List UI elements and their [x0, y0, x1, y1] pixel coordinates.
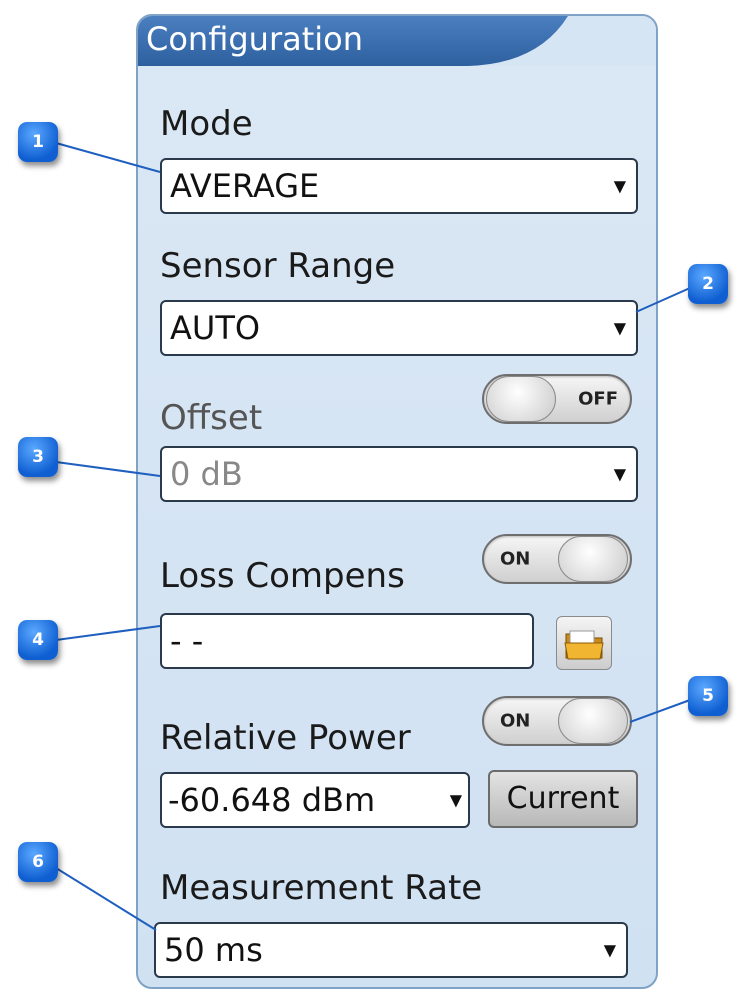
callout-3-badge: 3 — [18, 437, 58, 477]
callout-2-badge: 2 — [688, 264, 728, 304]
panel-title-bar: Configuration — [138, 16, 656, 66]
callout-4-badge: 4 — [18, 620, 58, 660]
measurement-rate-value: 50 ms — [164, 931, 263, 969]
mode-label: Mode — [160, 104, 253, 144]
relative-power-dropdown[interactable]: -60.648 dBm ▼ — [160, 772, 470, 828]
callout-6-badge: 6 — [18, 842, 58, 882]
chevron-down-icon: ▼ — [613, 464, 626, 484]
mode-value: AVERAGE — [170, 167, 320, 205]
offset-toggle-state: OFF — [578, 388, 618, 410]
loss-compens-file-field[interactable]: - - — [160, 613, 534, 669]
sensor-range-dropdown[interactable]: AUTO ▼ — [160, 300, 638, 356]
folder-icon — [564, 630, 604, 660]
offset-label: Offset — [160, 398, 263, 438]
loss-compens-toggle-state: ON — [500, 548, 531, 570]
relative-power-label: Relative Power — [160, 718, 411, 758]
chevron-down-icon: ▼ — [449, 790, 462, 810]
relative-power-value: -60.648 dBm — [168, 781, 376, 819]
current-button[interactable]: Current — [488, 770, 638, 828]
measurement-rate-dropdown[interactable]: 50 ms ▼ — [154, 922, 628, 978]
offset-toggle[interactable]: OFF — [482, 374, 632, 424]
relative-power-toggle[interactable]: ON — [482, 696, 632, 746]
panel-title: Configuration — [146, 20, 364, 58]
offset-value: 0 dB — [170, 455, 243, 493]
offset-dropdown[interactable]: 0 dB ▼ — [160, 446, 638, 502]
mode-dropdown[interactable]: AVERAGE ▼ — [160, 158, 638, 214]
chevron-down-icon: ▼ — [603, 940, 616, 960]
chevron-down-icon: ▼ — [613, 318, 626, 338]
sensor-range-label: Sensor Range — [160, 246, 396, 286]
toggle-knob — [486, 376, 556, 422]
relative-power-toggle-state: ON — [500, 710, 531, 732]
measurement-rate-label: Measurement Rate — [160, 868, 483, 908]
loss-compens-label: Loss Compens — [160, 556, 405, 596]
toggle-knob — [558, 536, 628, 582]
callout-5-badge: 5 — [688, 676, 728, 716]
callout-1-badge: 1 — [18, 122, 58, 162]
toggle-knob — [558, 698, 628, 744]
loss-compens-file-value: - - — [170, 622, 204, 660]
browse-file-button[interactable] — [556, 616, 612, 670]
chevron-down-icon: ▼ — [613, 176, 626, 196]
configuration-panel: Configuration Mode AVERAGE ▼ Sensor Rang… — [136, 14, 658, 989]
sensor-range-value: AUTO — [170, 309, 261, 347]
loss-compens-toggle[interactable]: ON — [482, 534, 632, 584]
